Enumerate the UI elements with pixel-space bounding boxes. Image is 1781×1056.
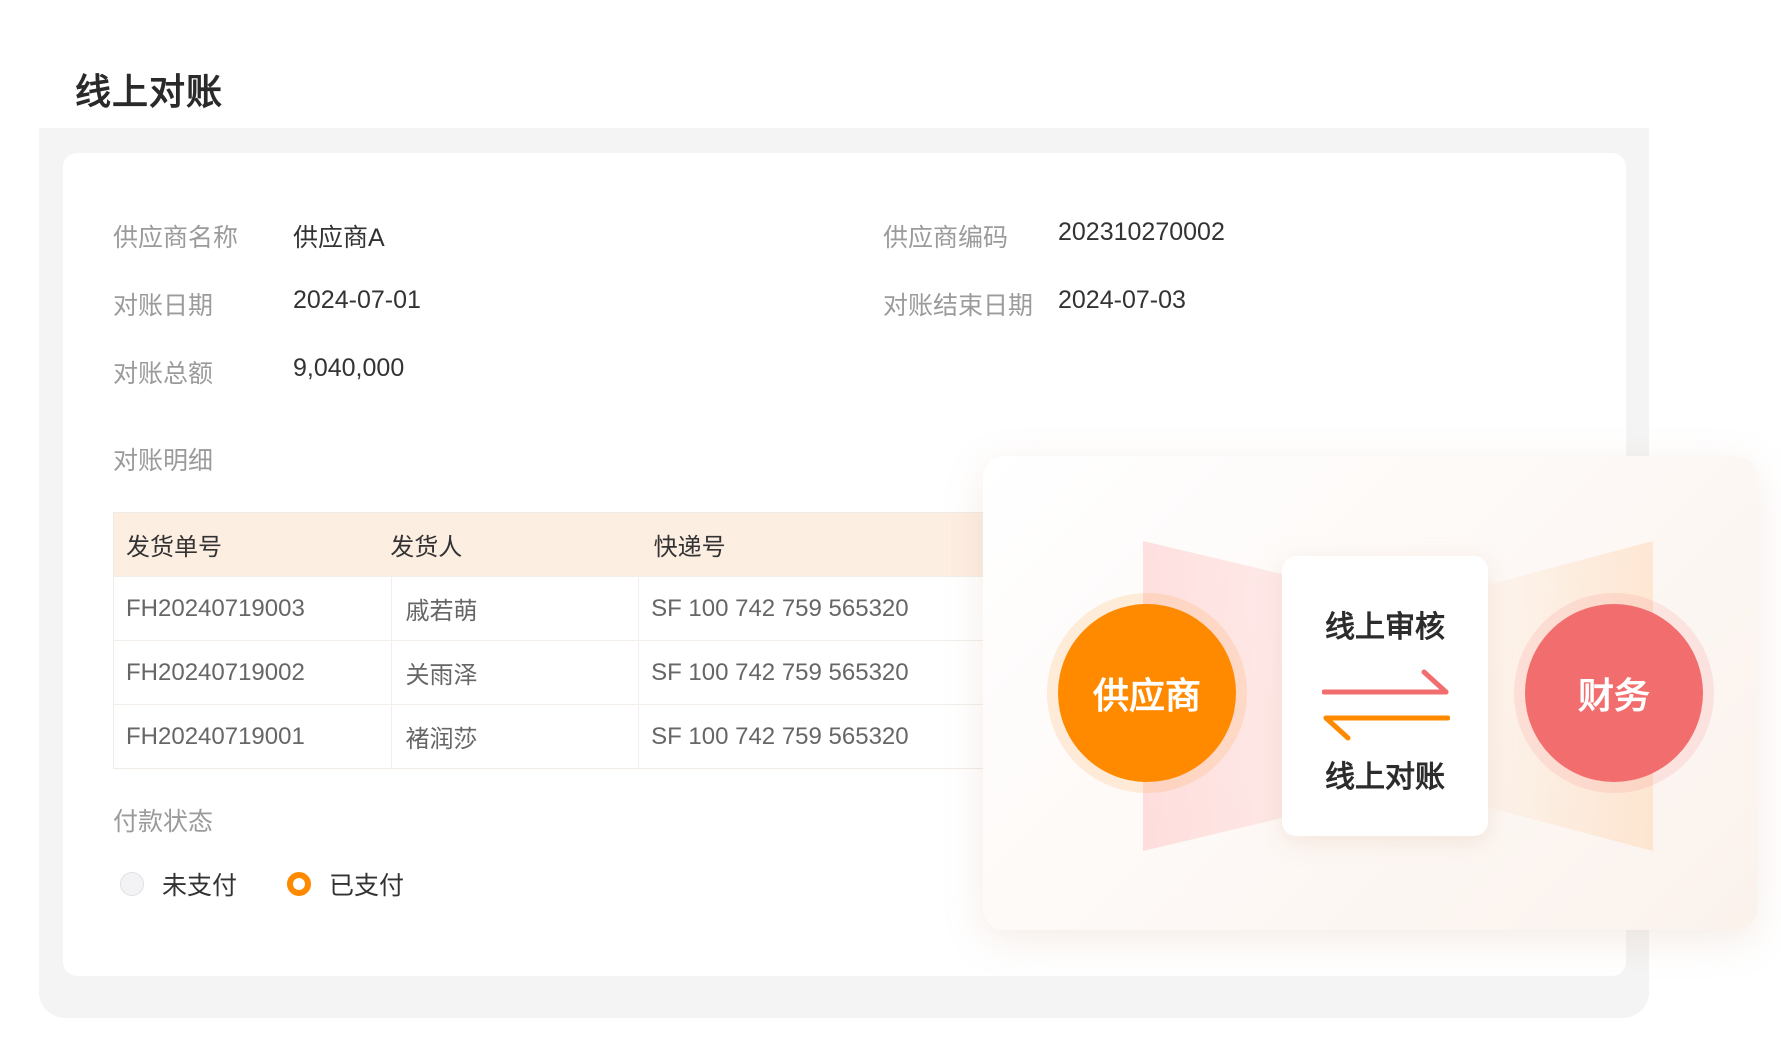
end-date-label: 对账结束日期 bbox=[883, 292, 1034, 320]
column-header: 发货人 bbox=[390, 534, 463, 561]
radio-label: 已支付 bbox=[329, 872, 405, 900]
sender-cell: 戚若萌 bbox=[392, 577, 640, 640]
date-label: 对账日期 bbox=[113, 292, 214, 320]
total-label: 对账总额 bbox=[113, 360, 214, 388]
payment-status-radio-group: 未支付 已支付 bbox=[120, 866, 454, 902]
process-box: 线上审核 线上对账 bbox=[1282, 556, 1488, 836]
order-number-cell: FH20240719001 bbox=[114, 705, 392, 768]
column-header: 发货单号 bbox=[126, 534, 222, 561]
swap-arrows-icon bbox=[1322, 669, 1450, 741]
radio-checked-icon bbox=[287, 872, 312, 896]
supplier-node: 供应商 bbox=[1058, 604, 1236, 782]
details-label: 对账明细 bbox=[113, 447, 214, 475]
page: 线上对账 供应商名称 供应商A 供应商编码 202310270002 对账日期 … bbox=[0, 0, 1781, 1056]
radio-label: 未支付 bbox=[162, 872, 238, 900]
end-date-value: 2024-07-03 bbox=[1058, 286, 1186, 314]
date-value: 2024-07-01 bbox=[293, 286, 421, 314]
total-value: 9,040,000 bbox=[293, 354, 405, 382]
flow-illustration: 供应商 财务 线上审核 线上对账 bbox=[983, 456, 1757, 930]
supplier-code-value: 202310270002 bbox=[1058, 218, 1225, 246]
sender-cell: 褚润莎 bbox=[392, 705, 640, 768]
order-number-cell: FH20240719002 bbox=[114, 641, 392, 704]
online-reconciliation-text: 线上对账 bbox=[1325, 761, 1445, 794]
payment-status-label: 付款状态 bbox=[113, 808, 214, 836]
radio-unpaid[interactable]: 未支付 bbox=[120, 866, 237, 902]
supplier-name-label: 供应商名称 bbox=[113, 224, 239, 252]
radio-unchecked-icon bbox=[120, 872, 144, 896]
radio-paid[interactable]: 已支付 bbox=[287, 866, 404, 902]
supplier-code-label: 供应商编码 bbox=[883, 224, 1009, 252]
sender-cell: 关雨泽 bbox=[392, 641, 640, 704]
finance-node: 财务 bbox=[1525, 604, 1703, 782]
supplier-name-value: 供应商A bbox=[293, 224, 385, 252]
online-review-text: 线上审核 bbox=[1325, 611, 1445, 644]
order-number-cell: FH20240719003 bbox=[114, 577, 392, 640]
page-title: 线上对账 bbox=[75, 71, 224, 112]
